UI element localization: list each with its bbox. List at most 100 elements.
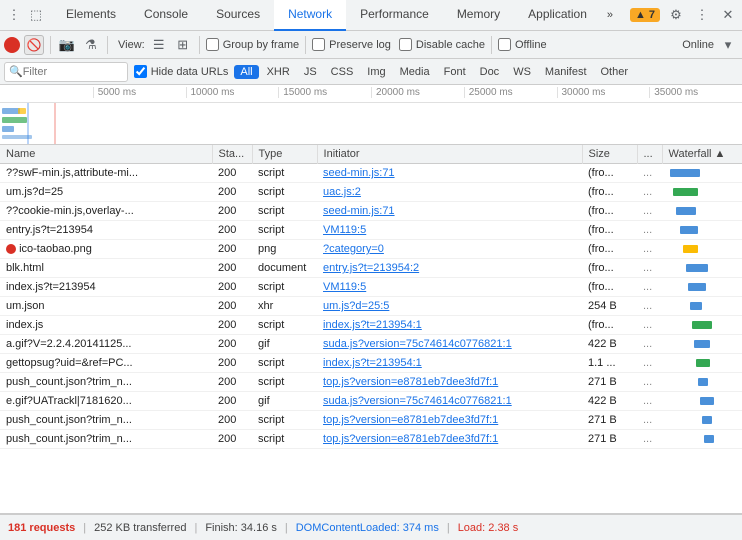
settings-icon[interactable]: ⚙ — [666, 5, 686, 25]
table-row[interactable]: blk.html 200 document entry.js?t=213954:… — [0, 259, 742, 278]
cell-initiator[interactable]: ?category=0 — [317, 240, 582, 259]
search-input[interactable] — [23, 66, 123, 78]
header-waterfall[interactable]: Waterfall ▲ — [662, 145, 742, 164]
group-frame-checkbox[interactable] — [206, 38, 219, 51]
cell-dots[interactable]: ... — [637, 221, 662, 240]
cell-initiator[interactable]: index.js?t=213954:1 — [317, 354, 582, 373]
filter-button[interactable]: ⚗ — [81, 35, 101, 55]
cell-initiator[interactable]: seed-min.js:71 — [317, 202, 582, 221]
cell-waterfall — [662, 335, 742, 354]
filter-font[interactable]: Font — [438, 65, 472, 79]
table-row[interactable]: ??cookie-min.js,overlay-... 200 script s… — [0, 202, 742, 221]
filter-css[interactable]: CSS — [325, 65, 360, 79]
offline-checkbox-label[interactable]: Offline — [498, 38, 547, 51]
table-row[interactable]: um.js?d=25 200 script uac.js:2 (fro... .… — [0, 183, 742, 202]
close-icon[interactable]: ✕ — [718, 5, 738, 25]
cell-dots[interactable]: ... — [637, 202, 662, 221]
cell-dots[interactable]: ... — [637, 259, 662, 278]
cell-initiator[interactable]: top.js?version=e8781eb7dee3fd7f:1 — [317, 373, 582, 392]
tab-network[interactable]: Network — [274, 0, 346, 31]
header-dots[interactable]: ... — [637, 145, 662, 164]
cell-initiator[interactable]: top.js?version=e8781eb7dee3fd7f:1 — [317, 411, 582, 430]
filter-ws[interactable]: WS — [507, 65, 537, 79]
tab-console[interactable]: Console — [130, 0, 202, 31]
cell-dots[interactable]: ... — [637, 278, 662, 297]
cell-initiator[interactable]: VM119:5 — [317, 278, 582, 297]
cell-dots[interactable]: ... — [637, 411, 662, 430]
cell-initiator[interactable]: VM119:5 — [317, 221, 582, 240]
cell-dots[interactable]: ... — [637, 373, 662, 392]
view-large-icon[interactable]: ⊞ — [173, 35, 193, 55]
disable-cache-checkbox-label[interactable]: Disable cache — [399, 38, 485, 51]
header-size[interactable]: Size — [582, 145, 637, 164]
cell-initiator[interactable]: seed-min.js:71 — [317, 164, 582, 183]
timeline-content[interactable] — [0, 103, 742, 145]
preserve-log-checkbox[interactable] — [312, 38, 325, 51]
preserve-log-checkbox-label[interactable]: Preserve log — [312, 38, 391, 51]
group-frame-checkbox-label[interactable]: Group by frame — [206, 38, 299, 51]
table-row[interactable]: entry.js?t=213954 200 script VM119:5 (fr… — [0, 221, 742, 240]
cell-size: (fro... — [582, 278, 637, 297]
network-throttle-dropdown[interactable]: ▾ — [718, 35, 738, 55]
record-button[interactable] — [4, 37, 20, 53]
cell-dots[interactable]: ... — [637, 354, 662, 373]
cell-dots[interactable]: ... — [637, 335, 662, 354]
cell-dots[interactable]: ... — [637, 316, 662, 335]
cell-initiator[interactable]: um.js?d=25:5 — [317, 297, 582, 316]
filter-media[interactable]: Media — [394, 65, 436, 79]
more-tabs-button[interactable]: » — [601, 0, 619, 31]
table-row[interactable]: index.js 200 script index.js?t=213954:1 … — [0, 316, 742, 335]
cell-initiator[interactable]: suda.js?version=75c74614c0776821:1 — [317, 335, 582, 354]
cell-initiator[interactable]: uac.js:2 — [317, 183, 582, 202]
filter-xhr[interactable]: XHR — [261, 65, 296, 79]
cell-dots[interactable]: ... — [637, 164, 662, 183]
filter-other[interactable]: Other — [595, 65, 635, 79]
cell-initiator[interactable]: top.js?version=e8781eb7dee3fd7f:1 — [317, 430, 582, 449]
view-list-icon[interactable]: ☰ — [149, 35, 169, 55]
cell-initiator[interactable]: suda.js?version=75c74614c0776821:1 — [317, 392, 582, 411]
table-row[interactable]: a.gif?V=2.2.4.20141125... 200 gif suda.j… — [0, 335, 742, 354]
cell-dots[interactable]: ... — [637, 183, 662, 202]
disable-cache-checkbox[interactable] — [399, 38, 412, 51]
cell-dots[interactable]: ... — [637, 297, 662, 316]
offline-checkbox[interactable] — [498, 38, 511, 51]
tab-elements[interactable]: Elements — [52, 0, 130, 31]
table-row[interactable]: ??swF-min.js,attribute-mi... 200 script … — [0, 164, 742, 183]
table-row[interactable]: ico-taobao.png 200 png ?category=0 (fro.… — [0, 240, 742, 259]
cell-dots[interactable]: ... — [637, 392, 662, 411]
table-row[interactable]: push_count.json?trim_n... 200 script top… — [0, 411, 742, 430]
stop-button[interactable]: 🚫 — [24, 35, 44, 55]
table-row[interactable]: push_count.json?trim_n... 200 script top… — [0, 373, 742, 392]
filter-doc[interactable]: Doc — [474, 65, 506, 79]
filter-js[interactable]: JS — [298, 65, 323, 79]
filter-manifest[interactable]: Manifest — [539, 65, 593, 79]
table-row[interactable]: gettopsug?uid=&ref=PC... 200 script inde… — [0, 354, 742, 373]
network-table-container[interactable]: Name Sta... Type Initiator Size ... Wate… — [0, 145, 742, 514]
more-options-icon[interactable]: ⋮ — [692, 5, 712, 25]
tab-performance[interactable]: Performance — [346, 0, 443, 31]
inspect-icon[interactable]: ⬚ — [26, 5, 46, 25]
table-row[interactable]: um.json 200 xhr um.js?d=25:5 254 B ... — [0, 297, 742, 316]
table-row[interactable]: push_count.json?trim_n... 200 script top… — [0, 430, 742, 449]
tab-application[interactable]: Application — [514, 0, 601, 31]
cell-initiator[interactable]: index.js?t=213954:1 — [317, 316, 582, 335]
cell-type: xhr — [252, 297, 317, 316]
header-name[interactable]: Name — [0, 145, 212, 164]
tab-memory[interactable]: Memory — [443, 0, 514, 31]
cell-dots[interactable]: ... — [637, 430, 662, 449]
cell-waterfall — [662, 202, 742, 221]
header-initiator[interactable]: Initiator — [317, 145, 582, 164]
camera-button[interactable]: 📷 — [57, 35, 77, 55]
tab-sources[interactable]: Sources — [202, 0, 274, 31]
filter-all[interactable]: All — [234, 65, 258, 79]
hide-data-urls-checkbox[interactable] — [134, 65, 147, 78]
dock-icon[interactable]: ⋮ — [4, 5, 24, 25]
cell-dots[interactable]: ... — [637, 240, 662, 259]
filter-img[interactable]: Img — [361, 65, 391, 79]
table-row[interactable]: e.gif?UATrackl|7181620... 200 gif suda.j… — [0, 392, 742, 411]
header-status[interactable]: Sta... — [212, 145, 252, 164]
header-type[interactable]: Type — [252, 145, 317, 164]
cell-initiator[interactable]: entry.js?t=213954:2 — [317, 259, 582, 278]
hide-data-urls-label[interactable]: Hide data URLs — [134, 65, 229, 78]
table-row[interactable]: index.js?t=213954 200 script VM119:5 (fr… — [0, 278, 742, 297]
